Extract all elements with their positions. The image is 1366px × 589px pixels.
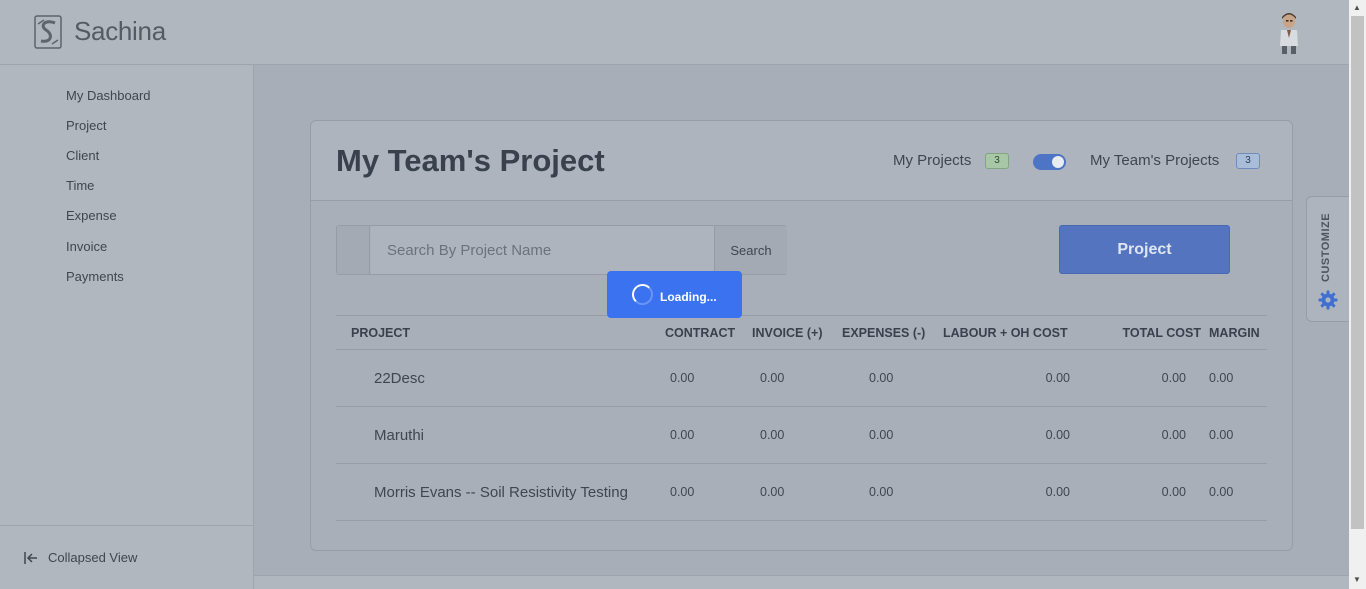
collapse-left-icon [24, 552, 37, 564]
column-header-contract[interactable]: CONTRACT [665, 315, 752, 350]
margin-cell: 0.00 [1209, 406, 1267, 464]
invoice-cell: 0.00 [752, 463, 842, 521]
column-header-margin[interactable]: MARGIN [1209, 315, 1267, 350]
scroll-up-arrow-icon[interactable]: ▲ [1353, 3, 1361, 12]
sidebar-item-dashboard[interactable]: My Dashboard [66, 88, 151, 103]
sachina-logo-icon[interactable] [34, 15, 62, 49]
invoice-cell: 0.00 [752, 349, 842, 407]
customize-tab[interactable]: CUSTOMIZE [1306, 196, 1349, 322]
labour-cell: 0.00 [943, 349, 1110, 407]
contract-cell: 0.00 [665, 463, 752, 521]
projects-table: PROJECT CONTRACT INVOICE (+) EXPENSES (-… [336, 315, 1267, 521]
project-name-cell[interactable]: 22Desc [336, 349, 665, 407]
collapsed-view-label: Collapsed View [48, 550, 138, 565]
search-prefix-addon [337, 226, 370, 274]
my-projects-label[interactable]: My Projects [893, 152, 971, 169]
column-header-project[interactable]: PROJECT [336, 315, 665, 350]
team-projects-count-badge: 3 [1236, 153, 1260, 169]
scrollbar-thumb[interactable] [1351, 16, 1364, 529]
toggle-knob [1052, 156, 1064, 168]
total-cost-cell: 0.00 [1110, 349, 1209, 407]
gear-icon [1318, 290, 1338, 310]
page-title: My Team's Project [336, 143, 605, 178]
sidebar-item-project[interactable]: Project [66, 118, 106, 133]
contract-cell: 0.00 [665, 406, 752, 464]
table-row[interactable]: 22Desc 0.00 0.00 0.00 0.00 0.00 0.00 [336, 349, 1267, 407]
column-header-labour[interactable]: LABOUR + OH COST [943, 315, 1110, 350]
contract-cell: 0.00 [665, 349, 752, 407]
scroll-down-arrow-icon[interactable]: ▼ [1353, 575, 1361, 584]
customize-label: CUSTOMIZE [1320, 212, 1332, 282]
invoice-cell: 0.00 [752, 406, 842, 464]
expenses-cell: 0.00 [842, 406, 943, 464]
expenses-cell: 0.00 [842, 349, 943, 407]
sidebar-item-invoice[interactable]: Invoice [66, 239, 107, 254]
labour-cell: 0.00 [943, 406, 1110, 464]
expenses-cell: 0.00 [842, 463, 943, 521]
margin-cell: 0.00 [1209, 463, 1267, 521]
sidebar-item-client[interactable]: Client [66, 148, 99, 163]
search-button[interactable]: Search [714, 226, 787, 274]
sidebar-item-expense[interactable]: Expense [66, 208, 117, 223]
table-row[interactable]: Morris Evans -- Soil Resistivity Testing… [336, 463, 1267, 521]
new-project-button[interactable]: Project [1059, 225, 1230, 274]
card-header: My Team's Project My Projects 3 My Team'… [311, 121, 1292, 201]
top-header: Sachina [0, 0, 1349, 65]
search-group: Search [336, 225, 787, 275]
column-header-expenses[interactable]: EXPENSES (-) [842, 315, 943, 350]
labour-cell: 0.00 [943, 463, 1110, 521]
total-cost-cell: 0.00 [1110, 406, 1209, 464]
table-row[interactable]: Maruthi 0.00 0.00 0.00 0.00 0.00 0.00 [336, 406, 1267, 464]
sidebar-item-time[interactable]: Time [66, 178, 94, 193]
projects-scope-toggle[interactable] [1033, 154, 1066, 170]
search-input[interactable] [371, 226, 714, 274]
collapsed-view-toggle[interactable]: Collapsed View [0, 525, 254, 589]
team-projects-label[interactable]: My Team's Projects [1090, 152, 1219, 169]
sidebar: My Dashboard Project Client Time Expense… [0, 65, 254, 589]
loading-text: Loading... [660, 290, 717, 304]
column-header-invoice[interactable]: INVOICE (+) [752, 315, 842, 350]
margin-cell: 0.00 [1209, 349, 1267, 407]
user-avatar-icon[interactable] [1276, 12, 1302, 54]
table-header-row: PROJECT CONTRACT INVOICE (+) EXPENSES (-… [336, 315, 1267, 350]
total-cost-cell: 0.00 [1110, 463, 1209, 521]
column-header-total-cost[interactable]: TOTAL COST [1110, 315, 1209, 350]
project-name-cell[interactable]: Maruthi [336, 406, 665, 464]
brand-name: Sachina [74, 16, 166, 46]
my-projects-count-badge: 3 [985, 153, 1009, 169]
spinner-icon [632, 284, 653, 305]
vertical-scrollbar[interactable]: ▲ ▼ [1349, 0, 1366, 589]
loading-indicator: Loading... [607, 271, 742, 318]
sidebar-item-payments[interactable]: Payments [66, 269, 124, 284]
project-name-cell[interactable]: Morris Evans -- Soil Resistivity Testing [336, 463, 665, 521]
footer-bar [254, 575, 1349, 589]
